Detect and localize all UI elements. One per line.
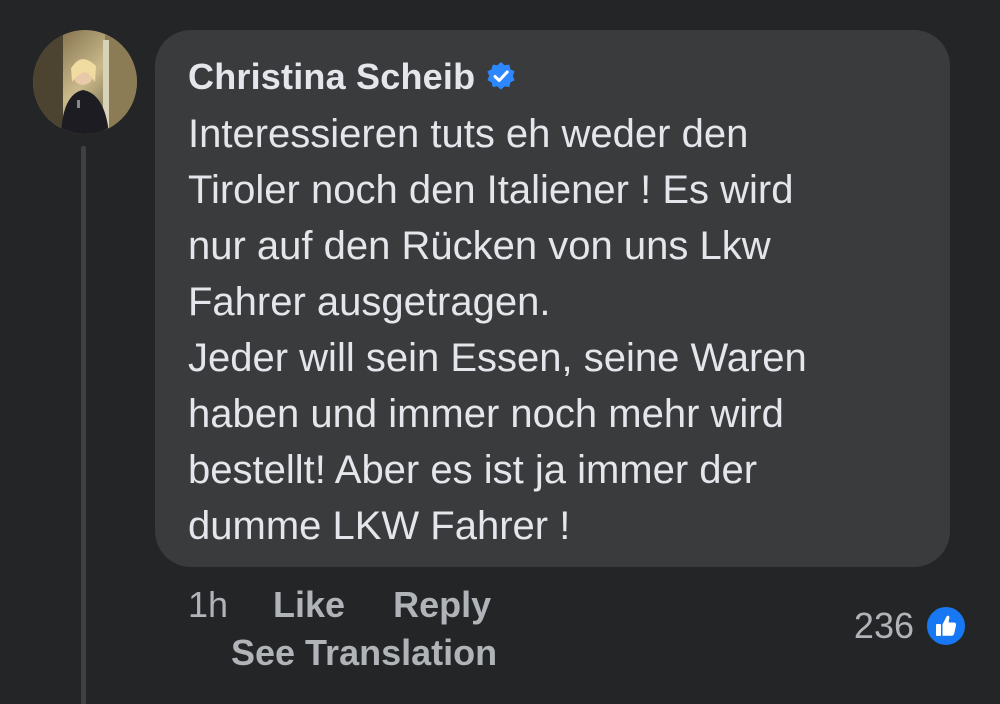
thread-line [81, 146, 86, 704]
see-translation-link[interactable]: See Translation [231, 632, 497, 674]
author-row: Christina Scheib [188, 54, 920, 100]
like-button[interactable]: Like [273, 584, 345, 626]
comment-timestamp[interactable]: 1h [188, 584, 228, 626]
comment-bubble: Christina Scheib Interessieren tuts eh w… [155, 30, 950, 567]
author-name[interactable]: Christina Scheib [188, 56, 475, 98]
avatar[interactable] [33, 30, 137, 134]
reaction-count: 236 [853, 605, 914, 646]
reply-button[interactable]: Reply [393, 584, 491, 626]
like-reaction-icon [924, 604, 968, 648]
reactions-summary[interactable]: 236 [854, 604, 968, 648]
comment-actions: 1h Like Reply [188, 583, 539, 627]
verified-badge-icon [485, 61, 517, 93]
comment-text: Interessieren tuts eh weder den Tiroler … [188, 112, 807, 548]
